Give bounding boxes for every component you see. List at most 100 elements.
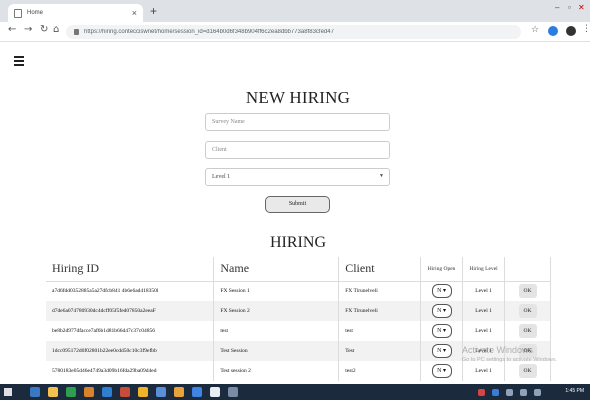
col-header-action xyxy=(504,257,551,282)
cell-name: Test Session xyxy=(213,341,340,361)
tab-close-icon[interactable]: × xyxy=(132,8,137,18)
taskbar-app-icon[interactable] xyxy=(138,387,148,397)
hamburger-menu-icon[interactable] xyxy=(14,56,24,68)
cell-action: OK xyxy=(504,361,551,381)
tray-icon[interactable] xyxy=(478,389,485,396)
hiring-open-value: N xyxy=(437,368,442,374)
browser-toolbar: ← → ↻ ⌂ https://hiring.contecciswnet/hom… xyxy=(0,22,590,42)
menu-kebab-icon[interactable]: ⋮ xyxy=(582,25,590,34)
windows-start-icon[interactable] xyxy=(4,388,12,396)
level-select-value: Level 1 xyxy=(212,174,231,180)
taskbar-explorer-icon[interactable] xyxy=(30,387,40,397)
hiring-open-select[interactable]: N ▾ xyxy=(431,304,452,318)
watermark-title: Activate Windows xyxy=(462,345,534,355)
screen: Home × + – ▫ ✕ ← → ↻ ⌂ https://hiring.co… xyxy=(0,0,590,400)
col-header-hiring-id: Hiring ID xyxy=(46,257,215,282)
tray-icon[interactable] xyxy=(492,389,499,396)
volume-icon[interactable] xyxy=(534,389,541,396)
hiring-open-select[interactable]: N ▾ xyxy=(431,344,452,358)
cell-hiring-open: N ▾ xyxy=(420,321,464,341)
cell-action: OK xyxy=(504,321,551,341)
activate-windows-watermark: Activate Windows Go to PC settings to ac… xyxy=(462,345,557,363)
profile-avatar-icon[interactable] xyxy=(566,26,576,36)
windows-taskbar: 1:45 PM xyxy=(0,384,590,400)
hiring-open-value: N xyxy=(437,308,442,314)
cell-client: FX Tirunelveli xyxy=(338,281,422,301)
cell-name: Test session 2 xyxy=(213,361,340,381)
hiring-open-select[interactable]: N ▾ xyxy=(431,324,452,338)
col-header-hiring-level: Hiring Level xyxy=(462,257,506,282)
cell-hiring-id: 1dcc095172d0f02801b22ee0cdd50c10c3f9efbb xyxy=(46,341,215,361)
ok-button[interactable]: OK xyxy=(518,284,537,299)
close-window-icon[interactable]: ✕ xyxy=(578,3,585,12)
cell-hiring-level: Level 1 xyxy=(462,321,506,341)
cell-hiring-id: a7d6fdd0352885a5a27dfcb841 4b6e6ad418350… xyxy=(46,281,215,301)
table-row: be8b2d977dfacce7af6b1d81b66d47c37c04856 … xyxy=(46,321,551,341)
col-header-hiring-open: Hiring Open xyxy=(420,257,464,282)
cell-action: OK xyxy=(504,281,551,301)
taskbar-app-icon[interactable] xyxy=(192,387,202,397)
reload-icon[interactable]: ↻ xyxy=(40,25,48,35)
taskbar-clock[interactable]: 1:45 PM xyxy=(565,388,584,394)
table-row: d7de6a074780930dc4dcff05f5fed07850a2eeaF… xyxy=(46,301,551,321)
url-text: https://hiring.contecciswnet/home/sessio… xyxy=(84,29,334,35)
cell-action: OK xyxy=(504,301,551,321)
browser-tab-strip: Home × + – ▫ ✕ xyxy=(0,0,590,22)
hiring-heading: HIRING xyxy=(270,234,326,251)
cell-client: test2 xyxy=(338,361,422,381)
address-bar[interactable]: https://hiring.contecciswnet/home/sessio… xyxy=(66,25,521,39)
cell-hiring-open: N ▾ xyxy=(420,281,464,301)
cell-hiring-id: d7de6a074780930dc4dcff05f5fed07850a2eeaF xyxy=(46,301,215,321)
taskbar-app-icon[interactable] xyxy=(174,387,184,397)
network-icon[interactable] xyxy=(520,389,527,396)
cell-hiring-id: be8b2d977dfacce7af6b1d81b66d47c37c04856 xyxy=(46,321,215,341)
taskbar-app-icon[interactable] xyxy=(102,387,112,397)
cell-hiring-level: Level 1 xyxy=(462,281,506,301)
hiring-open-value: N xyxy=(437,288,442,295)
cell-hiring-open: N ▾ xyxy=(420,361,464,381)
level-select[interactable]: Level 1 ▼ xyxy=(205,168,390,186)
table-row: a7d6fdd0352885a5a27dfcb841 4b6e6ad418350… xyxy=(46,281,551,301)
page-icon xyxy=(14,8,22,18)
taskbar-folder-icon[interactable] xyxy=(48,387,58,397)
hiring-open-select[interactable]: N ▾ xyxy=(431,284,452,299)
ok-button[interactable]: OK xyxy=(518,304,537,318)
client-input[interactable]: Client xyxy=(205,141,390,159)
hiring-open-value: N xyxy=(437,348,442,354)
extension-icon[interactable] xyxy=(548,26,558,36)
minimize-icon[interactable]: – xyxy=(555,3,559,12)
taskbar-app-icon[interactable] xyxy=(228,387,238,397)
forward-icon[interactable]: → xyxy=(24,25,32,35)
tab-title: Home xyxy=(27,10,44,16)
ok-button[interactable]: OK xyxy=(518,364,537,378)
home-icon[interactable]: ⌂ xyxy=(53,25,59,35)
col-header-name: Name xyxy=(213,257,340,282)
watermark-subtitle: Go to PC settings to activate Windows. xyxy=(462,357,558,363)
chevron-down-icon: ▼ xyxy=(379,174,384,179)
cell-name: FX Session 1 xyxy=(213,281,340,301)
taskbar-chrome-icon[interactable] xyxy=(210,387,220,397)
tray-icon[interactable] xyxy=(506,389,513,396)
cell-client: Test xyxy=(338,341,422,361)
survey-name-input[interactable]: Survey Name xyxy=(205,113,390,131)
new-hiring-heading: NEW HIRING xyxy=(245,88,351,107)
taskbar-app-icon[interactable] xyxy=(120,387,130,397)
bookmark-star-icon[interactable]: ☆ xyxy=(531,26,539,35)
browser-tab-home[interactable]: Home × xyxy=(8,4,143,22)
table-row: 5780183e05d46e4749a3d09b16fda29ba09d4ed … xyxy=(46,361,551,381)
ok-button[interactable]: OK xyxy=(518,324,537,338)
cell-hiring-id: 5780183e05d46e4749a3d09b16fda29ba09d4ed xyxy=(46,361,215,381)
new-tab-button[interactable]: + xyxy=(150,5,157,17)
back-icon[interactable]: ← xyxy=(8,25,16,35)
maximize-icon[interactable]: ▫ xyxy=(568,3,571,12)
cell-client: test xyxy=(338,321,422,341)
taskbar-app-icon[interactable] xyxy=(84,387,94,397)
cell-hiring-level: Level 1 xyxy=(462,361,506,381)
submit-button[interactable]: Submit xyxy=(265,196,330,213)
hiring-open-value: N xyxy=(437,328,442,334)
taskbar-app-icon[interactable] xyxy=(66,387,76,397)
taskbar-app-icon[interactable] xyxy=(156,387,166,397)
cell-hiring-level: Level 1 xyxy=(462,301,506,321)
cell-hiring-open: N ▾ xyxy=(420,301,464,321)
hiring-open-select[interactable]: N ▾ xyxy=(431,364,452,378)
